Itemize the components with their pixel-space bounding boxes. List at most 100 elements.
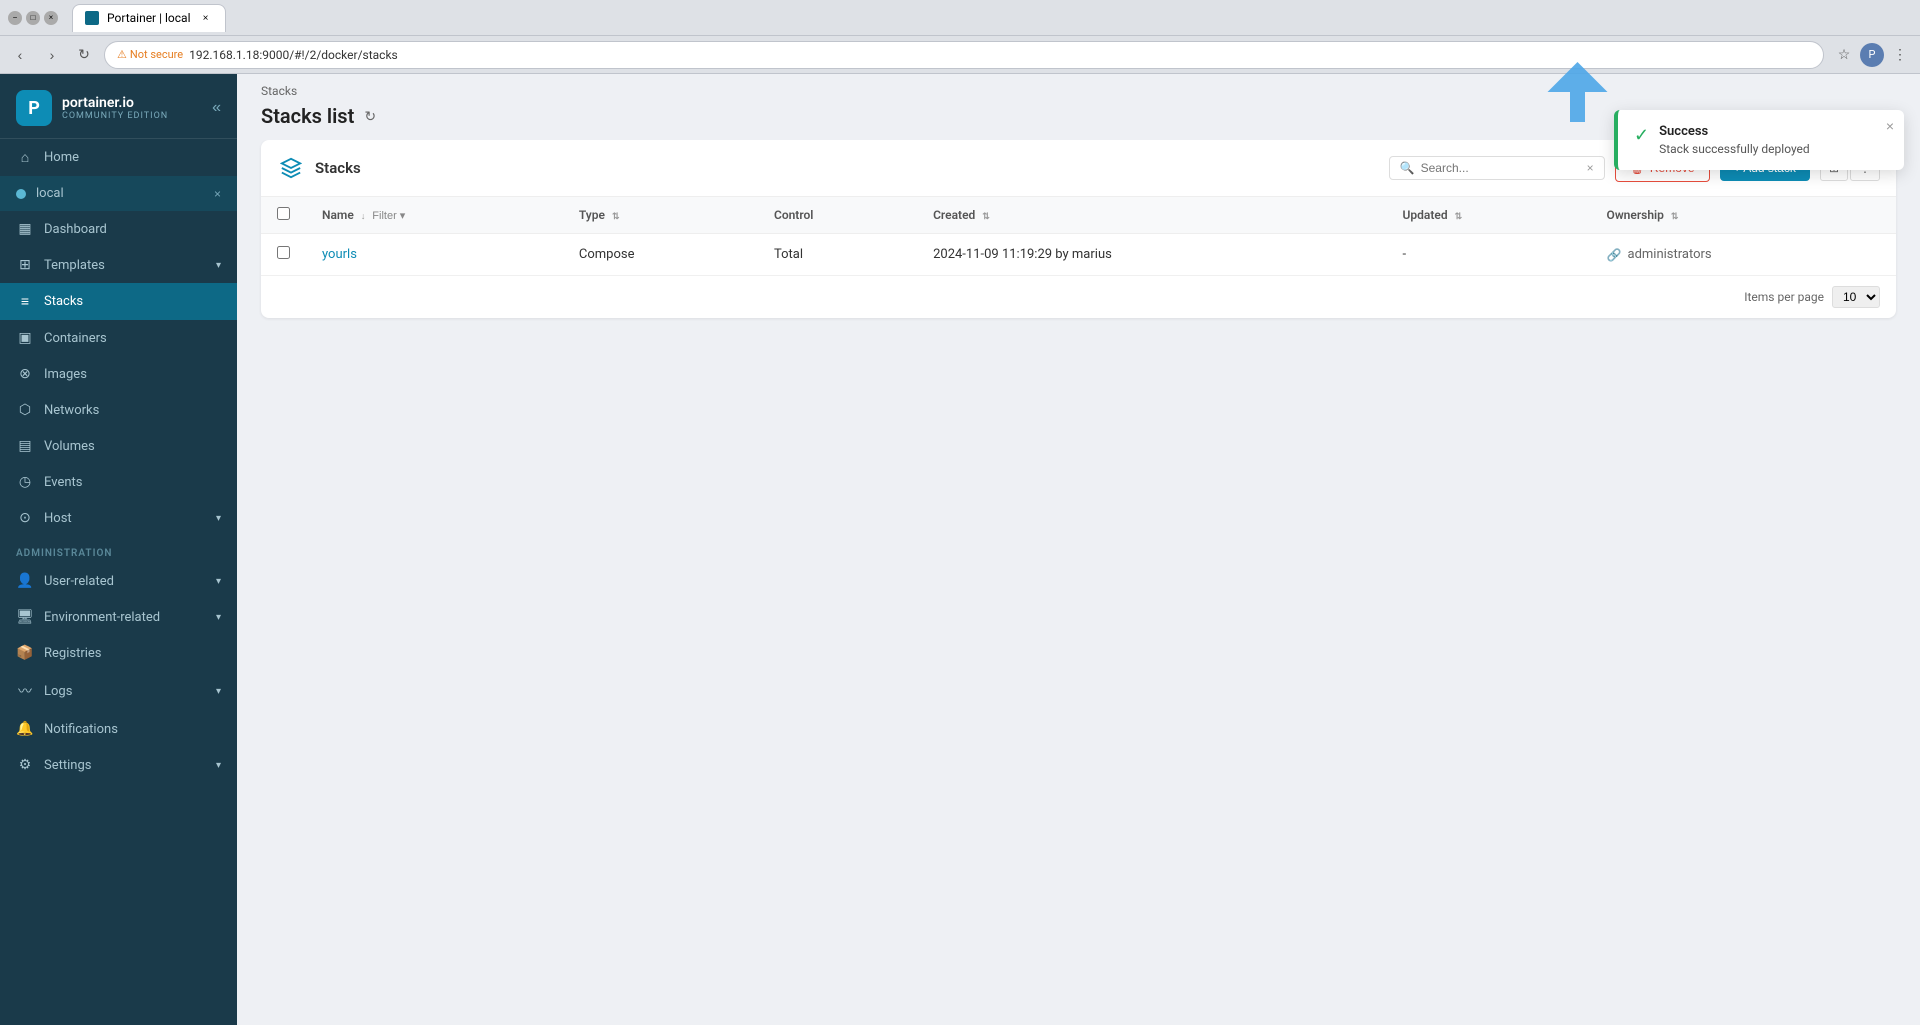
items-per-page-label: Items per page [1744,290,1824,304]
security-indicator: ⚠ Not secure [117,48,183,61]
sidebar: P portainer.io Community Edition « ⌂ Hom… [0,74,237,1025]
chevron-down-icon: ▾ [216,260,221,271]
reload-button[interactable]: ↻ [72,43,96,67]
logo-text: portainer.io Community Edition [62,95,168,121]
sidebar-item-label: Events [44,475,82,490]
chevron-down-icon: ▾ [216,576,221,587]
sidebar-item-registries[interactable]: 📦 Registries [0,635,237,671]
sidebar-item-label: Images [44,367,87,382]
notifications-icon: 🔔 [16,721,34,737]
bookmark-button[interactable]: ☆ [1832,43,1856,67]
select-all-checkbox[interactable] [277,207,290,220]
name-column-header[interactable]: Name ↓ Filter ▾ [306,197,563,234]
sidebar-item-dashboard[interactable]: ▦ Dashboard [0,211,237,247]
stacks-card-icon [277,154,305,182]
profile-avatar[interactable]: P [1860,43,1884,67]
sidebar-env-local[interactable]: local × [0,176,237,211]
type-column-header[interactable]: Type ⇅ [563,197,758,234]
address-bar[interactable]: ⚠ Not secure 192.168.1.18:9000/#!/2/dock… [104,41,1824,69]
containers-icon: ▣ [16,330,34,346]
breadcrumb-text: Stacks [261,84,297,98]
sidebar-item-volumes[interactable]: ▤ Volumes [0,428,237,464]
refresh-button[interactable]: ↻ [364,108,376,125]
sidebar-item-label: Stacks [44,294,83,309]
ownership-sort-icon: ⇅ [1671,212,1679,222]
search-input[interactable] [1421,161,1581,175]
toast-title: Success [1659,124,1888,139]
items-per-page-area: Items per page 10 25 50 [261,276,1896,318]
sidebar-item-settings[interactable]: ⚙ Settings ▾ [0,747,237,783]
sidebar-item-label: Host [44,511,72,526]
sidebar-env-label: local [36,186,64,201]
chevron-down-icon: ▾ [216,513,221,524]
items-per-page-select[interactable]: 10 25 50 [1832,286,1880,308]
tab-title: Portainer | local [107,11,191,25]
warning-icon: ⚠ [117,48,127,61]
chevron-down-icon: ▾ [216,760,221,771]
sidebar-item-networks[interactable]: ⬡ Networks [0,392,237,428]
name-filter-button[interactable]: Filter ▾ [372,209,405,222]
logo-icon: P [16,90,52,126]
home-icon: ⌂ [16,149,34,166]
window-minimize[interactable]: − [8,11,22,25]
window-maximize[interactable]: □ [26,11,40,25]
settings-icon: ⚙ [16,757,34,773]
breadcrumb: Stacks [237,74,1920,98]
table-header: Name ↓ Filter ▾ Type ⇅ Control [261,197,1896,234]
sidebar-item-logs[interactable]: 〰 Logs ▾ [0,671,237,711]
host-icon: ⊙ [16,510,34,526]
row-name-cell[interactable]: yourls [306,234,563,276]
search-box[interactable]: 🔍 × [1389,156,1605,180]
sidebar-item-host[interactable]: ⊙ Host ▾ [0,500,237,536]
updated-column-header[interactable]: Updated ⇅ [1387,197,1591,234]
toast-container: ✓ Success Stack successfully deployed × [1614,110,1904,170]
row-type-cell: Compose [563,234,758,276]
type-sort-icon: ⇅ [612,212,620,222]
chevron-down-icon: ▾ [216,686,221,697]
row-checkbox[interactable] [277,246,290,259]
window-controls: − □ × [8,11,58,25]
stacks-table: Name ↓ Filter ▾ Type ⇅ Control [261,197,1896,276]
search-clear-button[interactable]: × [1587,161,1594,175]
stack-name-link[interactable]: yourls [322,247,357,262]
sidebar-item-label: Networks [44,403,99,418]
table-row: yourls Compose Total 2024-11-09 11:19:29… [261,234,1896,276]
menu-button[interactable]: ⋮ [1888,43,1912,67]
content-area: Stacks 🔍 × 🗑 Remove + Add stack [237,140,1920,1025]
back-button[interactable]: ‹ [8,43,32,67]
tab-bar: Portainer | local × [72,3,226,33]
address-bar-row: ‹ › ↻ ⚠ Not secure 192.168.1.18:9000/#!/… [0,36,1920,74]
logo-area: P portainer.io Community Edition [16,90,168,126]
ownership-icon: 🔗 [1607,248,1622,262]
sidebar-item-notifications[interactable]: 🔔 Notifications [0,711,237,747]
sidebar-item-home[interactable]: ⌂ Home [0,139,237,176]
forward-button[interactable]: › [40,43,64,67]
dashboard-icon: ▦ [16,221,34,237]
created-column-header[interactable]: Created ⇅ [917,197,1386,234]
sidebar-item-user-related[interactable]: 👤 User-related ▾ [0,563,237,599]
ownership-column-header[interactable]: Ownership ⇅ [1591,197,1896,234]
main-content: Stacks Stacks list ↻ Stacks 🔍 [237,74,1920,1025]
networks-icon: ⬡ [16,402,34,418]
sidebar-item-label: Volumes [44,439,95,454]
sidebar-item-templates[interactable]: ⊞ Templates ▾ [0,247,237,283]
window-close[interactable]: × [44,11,58,25]
sidebar-item-environment-related[interactable]: 🖥 Environment-related ▾ [0,599,237,635]
sidebar-item-label: User-related [44,574,114,589]
sidebar-item-containers[interactable]: ▣ Containers [0,320,237,356]
logo-name: portainer.io [62,95,168,111]
sidebar-item-images[interactable]: ⊗ Images [0,356,237,392]
tab-close-button[interactable]: × [199,11,213,25]
volumes-icon: ▤ [16,438,34,454]
toast-close-button[interactable]: × [1886,118,1894,134]
table-body: yourls Compose Total 2024-11-09 11:19:29… [261,234,1896,276]
sidebar-collapse-button[interactable]: « [212,99,221,117]
active-tab[interactable]: Portainer | local × [72,4,226,32]
events-icon: ◷ [16,474,34,490]
env-close-button[interactable]: × [214,187,221,201]
created-sort-icon: ⇅ [982,212,990,222]
sidebar-item-events[interactable]: ◷ Events [0,464,237,500]
select-all-header [261,197,306,234]
search-icon: 🔍 [1400,161,1415,175]
sidebar-item-stacks[interactable]: ≡ Stacks [0,283,237,320]
